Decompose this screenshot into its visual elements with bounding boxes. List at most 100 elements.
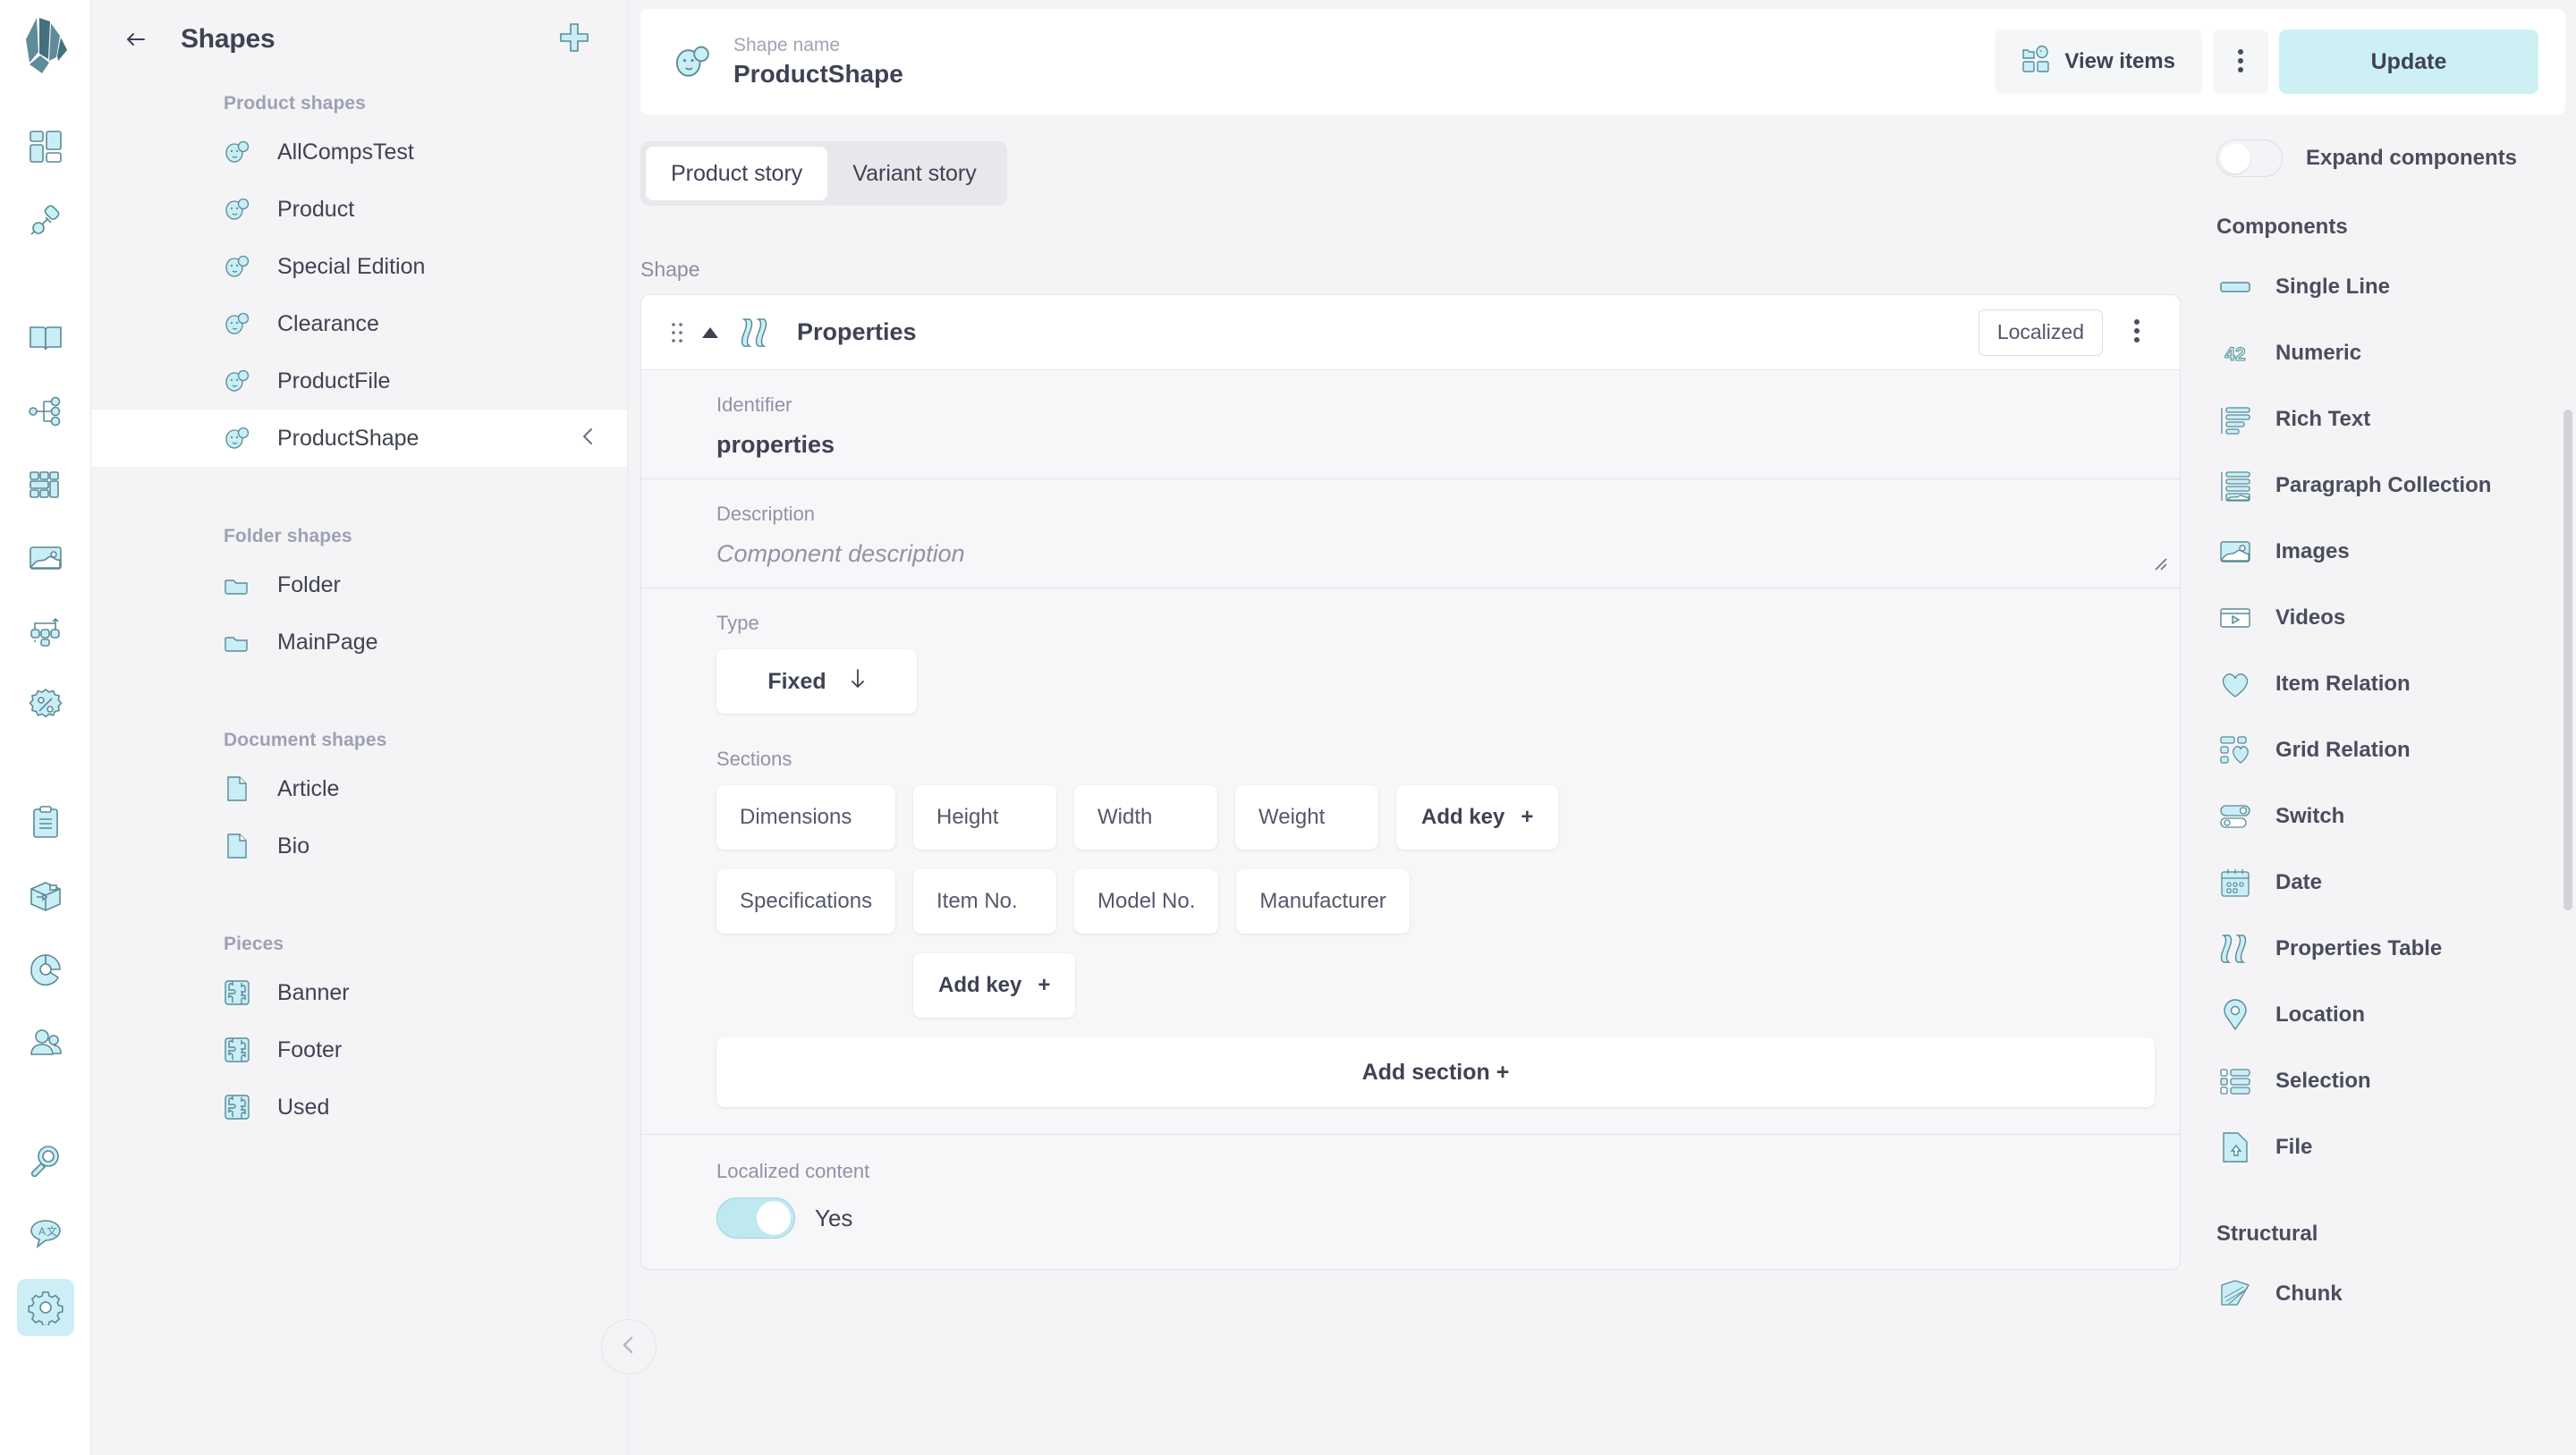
folder-shape-icon xyxy=(224,571,250,598)
plug-icon xyxy=(28,202,64,238)
shape-item-bio[interactable]: Bio xyxy=(91,817,627,875)
type-dropdown-value: Fixed xyxy=(767,668,826,694)
section-key-input[interactable]: Weight xyxy=(1235,785,1378,850)
rail-item-analytics[interactable] xyxy=(17,941,74,998)
rail-item-customers[interactable] xyxy=(17,1014,74,1071)
add-key-button[interactable]: Add key + xyxy=(913,953,1076,1018)
section-name-input[interactable]: Specifications xyxy=(716,869,895,934)
component-item-paragraph-collection[interactable]: Paragraph Collection xyxy=(2191,453,2576,519)
localized-content-field: Localized content Yes xyxy=(641,1134,2180,1269)
component-item-rich-text[interactable]: Rich Text xyxy=(2191,386,2576,453)
description-label: Description xyxy=(716,503,816,525)
add-section-button[interactable]: Add section + xyxy=(716,1037,2155,1107)
section-addkey-row-specifications: Add key + xyxy=(913,953,2155,1018)
shape-section-label: Shape xyxy=(640,258,700,281)
localized-content-toggle[interactable] xyxy=(716,1197,795,1239)
shape-item-mainpage[interactable]: MainPage xyxy=(91,613,627,671)
rail-item-discounts[interactable] xyxy=(17,676,74,733)
rail-item-topics[interactable] xyxy=(17,383,74,440)
update-button[interactable]: Update xyxy=(2279,30,2538,94)
component-item-item-relation[interactable]: Item Relation xyxy=(2191,651,2576,717)
rail-item-grids[interactable] xyxy=(17,456,74,513)
component-item-label: Switch xyxy=(2275,804,2345,828)
component-item-label: Videos xyxy=(2275,605,2346,630)
crystallize-logo[interactable] xyxy=(17,13,74,79)
section-key-input[interactable]: Manufacturer xyxy=(1236,869,1410,934)
caret-up-icon[interactable] xyxy=(697,326,724,339)
toolbar-kebab-button[interactable] xyxy=(2213,30,2268,94)
back-arrow-icon[interactable] xyxy=(118,21,154,57)
shape-item-label: ProductShape xyxy=(277,425,419,451)
shape-item-banner[interactable]: Banner xyxy=(91,964,627,1021)
shape-item-product[interactable]: Product xyxy=(91,181,627,238)
shape-item-allcompstest[interactable]: AllCompsTest xyxy=(91,123,627,181)
component-item-label: Single Line xyxy=(2275,275,2391,299)
shape-group-label-document: Document shapes xyxy=(224,730,387,750)
rail-item-settings[interactable] xyxy=(16,1279,74,1336)
shape-item-folder[interactable]: Folder xyxy=(91,556,627,613)
component-title: Properties xyxy=(797,318,917,345)
components-scrollbar[interactable] xyxy=(2563,410,2572,910)
component-item-selection[interactable]: Selection xyxy=(2191,1048,2576,1114)
shape-item-label: MainPage xyxy=(277,629,378,655)
selection-icon xyxy=(2218,1064,2252,1098)
component-item-chunk[interactable]: Chunk xyxy=(2191,1261,2576,1327)
component-item-label: Images xyxy=(2275,539,2350,563)
component-item-date[interactable]: Date xyxy=(2191,850,2576,916)
chunk-icon xyxy=(2218,1277,2252,1311)
add-key-button[interactable]: Add key + xyxy=(1396,785,1559,850)
component-item-label: Numeric xyxy=(2275,341,2362,365)
shape-item-article[interactable]: Article xyxy=(91,760,627,817)
rail-item-integrations[interactable] xyxy=(17,191,74,249)
tab-product-story[interactable]: Product story xyxy=(646,147,828,200)
component-item-single-line[interactable]: Single Line xyxy=(2191,254,2576,320)
drag-handle-icon[interactable] xyxy=(666,322,688,343)
component-item-videos[interactable]: Videos xyxy=(2191,585,2576,651)
rail-item-orders[interactable] xyxy=(17,794,74,851)
rail-item-catalogue[interactable] xyxy=(17,309,74,367)
collapse-panel-button[interactable] xyxy=(601,1319,657,1375)
component-item-properties-table[interactable]: Properties Table xyxy=(2191,916,2576,982)
section-key-input[interactable]: Item No. xyxy=(913,869,1056,934)
rail-item-translations[interactable]: A 文 xyxy=(17,1205,74,1263)
tab-variant-story[interactable]: Variant story xyxy=(827,147,1001,200)
identifier-field[interactable]: Identifier properties xyxy=(641,370,2180,479)
description-field[interactable]: Description Component description xyxy=(641,479,2180,588)
section-key-input[interactable]: Model No. xyxy=(1074,869,1219,934)
localized-badge[interactable]: Localized xyxy=(1978,309,2103,356)
type-field: Type Fixed xyxy=(641,588,2180,717)
svg-text:文: 文 xyxy=(47,1224,57,1238)
localized-content-label: Localized content xyxy=(716,1160,870,1182)
resize-grip-icon[interactable] xyxy=(2149,553,2167,575)
type-dropdown[interactable]: Fixed xyxy=(716,649,917,714)
section-name-input[interactable]: Dimensions xyxy=(716,785,895,850)
shape-item-clearance[interactable]: Clearance xyxy=(91,295,627,352)
component-item-location[interactable]: Location xyxy=(2191,982,2576,1048)
section-key-input[interactable]: Width xyxy=(1074,785,1217,850)
add-shape-button[interactable] xyxy=(554,19,595,60)
component-item-file[interactable]: File xyxy=(2191,1114,2576,1180)
chevron-left-icon[interactable] xyxy=(577,425,600,453)
shape-item-productshape[interactable]: ProductShape xyxy=(91,410,627,467)
shape-item-productfile[interactable]: ProductFile xyxy=(91,352,627,410)
rail-item-shipments[interactable] xyxy=(17,867,74,925)
component-item-numeric[interactable]: 42 Numeric xyxy=(2191,320,2576,386)
expand-components-toggle[interactable] xyxy=(2216,140,2283,177)
component-item-label: Item Relation xyxy=(2275,672,2411,696)
component-item-grid-relation[interactable]: Grid Relation xyxy=(2191,717,2576,783)
shape-item-special-edition[interactable]: Special Edition xyxy=(91,238,627,295)
component-item-images[interactable]: Images xyxy=(2191,519,2576,585)
identifier-label: Identifier xyxy=(716,393,792,416)
rail-item-workflows[interactable] xyxy=(17,603,74,660)
clipboard-icon xyxy=(28,805,64,841)
view-items-button[interactable]: View items xyxy=(1995,30,2202,94)
rail-item-media[interactable] xyxy=(17,529,74,587)
shape-item-used[interactable]: Used xyxy=(91,1079,627,1136)
section-key-input[interactable]: Height xyxy=(913,785,1056,850)
component-kebab-button[interactable] xyxy=(2114,309,2160,356)
document-shape-icon xyxy=(224,833,250,859)
rail-item-search[interactable] xyxy=(17,1132,74,1189)
rail-item-dashboard[interactable] xyxy=(17,118,74,175)
shape-item-footer[interactable]: Footer xyxy=(91,1021,627,1079)
component-item-switch[interactable]: Switch xyxy=(2191,783,2576,850)
